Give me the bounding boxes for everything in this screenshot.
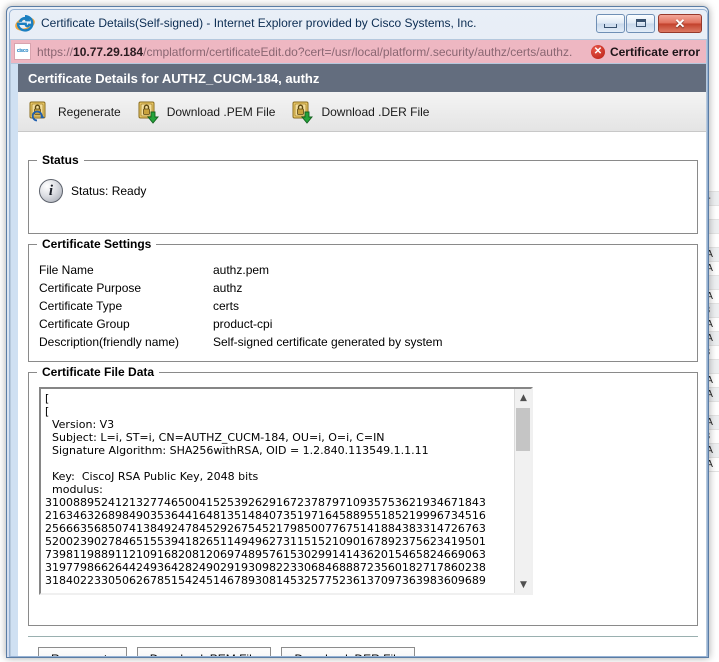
minimize-icon [604,23,617,28]
scrollbar-thumb[interactable] [516,408,530,451]
download-der-button[interactable]: Download .DER File [281,647,416,656]
cisco-favicon-label: cisco [16,48,29,54]
setting-value: authz [213,281,243,295]
page-scroll-container: Certificate Details for AUTHZ_CUCM-184, … [18,64,706,656]
setting-key: Description(friendly name) [39,335,180,349]
page-title: Certificate Details for AUTHZ_CUCM-184, … [28,70,320,86]
internet-explorer-window: Certificate Details(Self-signed) - Inter… [6,6,709,658]
regenerate-certificate-icon [28,99,52,125]
minimize-button[interactable] [596,13,625,33]
toolbar-regenerate-label: Regenerate [58,104,121,119]
toolbar-download-pem-label: Download .PEM File [166,104,276,119]
certificate-error-label: Certificate error [609,44,700,59]
cisco-favicon-icon: cisco [14,43,31,60]
window-controls: ✕ [595,13,702,33]
action-toolbar: Regenerate Download .PEM File Download .… [18,92,706,132]
page-header-bar: Certificate Details for AUTHZ_CUCM-184, … [18,64,706,92]
regenerate-button[interactable]: Regenerate [38,647,127,656]
certificate-error-indicator[interactable]: ✕ Certificate error [587,40,706,63]
certificate-file-data-section: Certificate File Data [ [ Version: V3 Su… [28,365,698,626]
info-icon: i [39,179,63,203]
setting-value: authz.pem [213,263,270,277]
table-row: Certificate Type certs [39,297,442,315]
info-icon-glyph: i [48,182,54,199]
toolbar-download-der-button[interactable]: Download .DER File [291,99,429,125]
status-section: Status i Status: Ready [28,153,698,234]
setting-key: Certificate Type [39,299,123,313]
scroll-up-icon[interactable]: ▲ [515,389,531,406]
scroll-down-icon[interactable]: ▼ [515,576,531,593]
table-row: Certificate Purpose authz [39,279,442,297]
maximize-button[interactable] [626,13,655,33]
error-x-icon: ✕ [590,44,605,59]
close-icon: ✕ [674,15,686,31]
address-bar[interactable]: cisco https://10.77.29.184/cmplatform/ce… [10,39,707,64]
address-bar-url[interactable]: https://10.77.29.184/cmplatform/certific… [37,45,587,59]
certificate-settings-legend: Certificate Settings [37,237,157,251]
table-row: Description(friendly name) Self-signed c… [39,333,442,351]
certificate-settings-section: Certificate Settings File Name authz.pem… [28,237,698,362]
toolbar-download-der-label: Download .DER File [321,104,430,119]
download-pem-button[interactable]: Download .PEM File [136,647,272,656]
toolbar-download-pem-button[interactable]: Download .PEM File [137,99,276,125]
certificate-file-data-textarea[interactable]: [ [ Version: V3 Subject: L=i, ST=i, CN=A… [39,387,533,595]
status-section-legend: Status [37,153,84,167]
browser-content-area: Certificate Details for AUTHZ_CUCM-184, … [10,64,707,656]
status-text: Status: Ready [71,184,147,198]
maximize-icon [635,19,646,27]
window-title: Certificate Details(Self-signed) - Inter… [41,16,477,30]
close-button[interactable]: ✕ [658,13,702,33]
download-der-icon [291,99,315,125]
url-host: 10.77.29.184 [73,44,144,59]
certificate-settings-table: File Name authz.pem Certificate Purpose … [39,261,442,351]
setting-key: Certificate Purpose [39,281,142,295]
setting-value: certs [213,299,240,313]
toolbar-spacer [18,132,706,150]
url-scheme: https:// [37,44,74,59]
toolbar-regenerate-button[interactable]: Regenerate [28,99,121,125]
status-row: i Status: Ready [39,179,687,203]
certificate-file-data-content[interactable]: [ [ Version: V3 Subject: L=i, ST=i, CN=A… [41,389,514,593]
setting-value: Self-signed certificate generated by sys… [213,335,443,349]
vertical-scrollbar[interactable]: ▲ ▼ [514,389,531,593]
download-pem-icon [137,99,161,125]
setting-value: product-cpi [213,317,273,331]
title-bar[interactable]: Certificate Details(Self-signed) - Inter… [7,7,708,39]
setting-key: Certificate Group [39,317,130,331]
table-row: Certificate Group product-cpi [39,315,442,333]
certificate-file-data-legend: Certificate File Data [37,365,160,379]
internet-explorer-icon [15,13,35,33]
bottom-button-bar: Regenerate Download .PEM File Download .… [28,636,698,656]
page-left-margin-strip [11,64,18,656]
setting-key: File Name [39,263,94,277]
url-path: /cmplatform/certificateEdit.do?cert=/usr… [143,44,573,59]
table-row: File Name authz.pem [39,261,442,279]
